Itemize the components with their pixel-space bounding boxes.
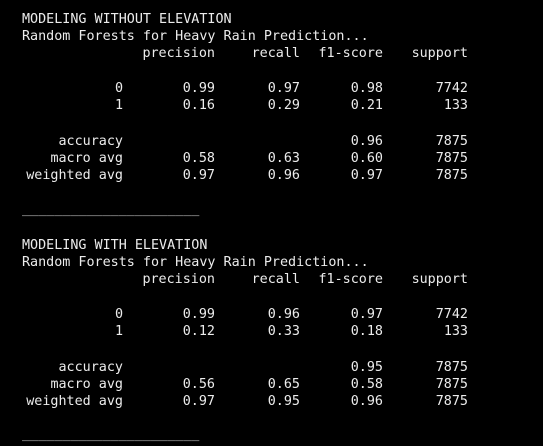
summary-row: macro avg 0.56 0.65 0.58 7875 (0, 376, 543, 393)
support-value: 7875 (435, 151, 468, 166)
class-label: 1 (114, 98, 123, 113)
support-value: 7875 (435, 134, 468, 149)
support-value: 7875 (435, 168, 468, 183)
recall-value: 0.29 (267, 98, 300, 113)
class-label: 0 (114, 81, 123, 96)
f1-value: 0.58 (350, 377, 383, 392)
summary-label: weighted avg (26, 394, 123, 409)
recall-value: 0.96 (267, 168, 300, 183)
support-value: 7742 (435, 81, 468, 96)
header-recall: recall (251, 46, 300, 61)
f1-value: 0.97 (350, 307, 383, 322)
summary-row: macro avg 0.58 0.63 0.60 7875 (0, 150, 543, 167)
support-value: 7875 (435, 360, 468, 375)
support-value: 7875 (435, 377, 468, 392)
header-f1-score: f1-score (318, 272, 384, 287)
precision-value: 0.97 (182, 168, 215, 183)
f1-value: 0.98 (350, 81, 383, 96)
summary-label: macro avg (50, 377, 123, 392)
section-divider: ______________________ (22, 427, 200, 442)
summary-row: accuracy 0.95 7875 (0, 359, 543, 376)
support-value: 133 (443, 98, 468, 113)
f1-value: 0.21 (350, 98, 383, 113)
recall-value: 0.95 (267, 394, 300, 409)
class-label: 0 (114, 307, 123, 322)
class-row: 1 0.16 0.29 0.21 133 (0, 97, 543, 114)
report-header-row: precision recall f1-score support (0, 271, 543, 288)
support-value: 7875 (435, 394, 468, 409)
header-precision: precision (142, 272, 215, 287)
f1-value: 0.18 (350, 324, 383, 339)
f1-value: 0.96 (350, 134, 383, 149)
section-title: MODELING WITHOUT ELEVATION (22, 12, 232, 27)
summary-row: weighted avg 0.97 0.95 0.96 7875 (0, 393, 543, 410)
class-label: 1 (114, 324, 123, 339)
section-subtitle: Random Forests for Heavy Rain Prediction… (22, 29, 369, 44)
summary-label: macro avg (50, 151, 123, 166)
report-header-row: precision recall f1-score support (0, 45, 543, 62)
summary-row: weighted avg 0.97 0.96 0.97 7875 (0, 167, 543, 184)
header-f1-score: f1-score (318, 46, 384, 61)
section-title: MODELING WITH ELEVATION (22, 238, 208, 253)
summary-label: weighted avg (26, 168, 123, 183)
header-precision: precision (142, 46, 215, 61)
summary-label: accuracy (58, 134, 124, 149)
header-recall: recall (251, 272, 300, 287)
f1-value: 0.60 (350, 151, 383, 166)
section-subtitle: Random Forests for Heavy Rain Prediction… (22, 255, 369, 270)
f1-value: 0.96 (350, 394, 383, 409)
header-support: support (411, 272, 468, 287)
summary-label: accuracy (58, 360, 124, 375)
class-row: 0 0.99 0.97 0.98 7742 (0, 80, 543, 97)
recall-value: 0.97 (267, 81, 300, 96)
recall-value: 0.63 (267, 151, 300, 166)
recall-value: 0.65 (267, 377, 300, 392)
precision-value: 0.58 (182, 151, 215, 166)
support-value: 133 (443, 324, 468, 339)
precision-value: 0.99 (182, 307, 215, 322)
header-support: support (411, 46, 468, 61)
f1-value: 0.97 (350, 168, 383, 183)
precision-value: 0.12 (182, 324, 215, 339)
precision-value: 0.16 (182, 98, 215, 113)
recall-value: 0.33 (267, 324, 300, 339)
recall-value: 0.96 (267, 307, 300, 322)
f1-value: 0.95 (350, 360, 383, 375)
precision-value: 0.56 (182, 377, 215, 392)
support-value: 7742 (435, 307, 468, 322)
summary-row: accuracy 0.96 7875 (0, 133, 543, 150)
terminal-output: MODELING WITHOUT ELEVATION Random Forest… (0, 0, 543, 446)
class-row: 1 0.12 0.33 0.18 133 (0, 323, 543, 340)
precision-value: 0.99 (182, 81, 215, 96)
precision-value: 0.97 (182, 394, 215, 409)
section-divider: ______________________ (22, 202, 200, 217)
class-row: 0 0.99 0.96 0.97 7742 (0, 306, 543, 323)
